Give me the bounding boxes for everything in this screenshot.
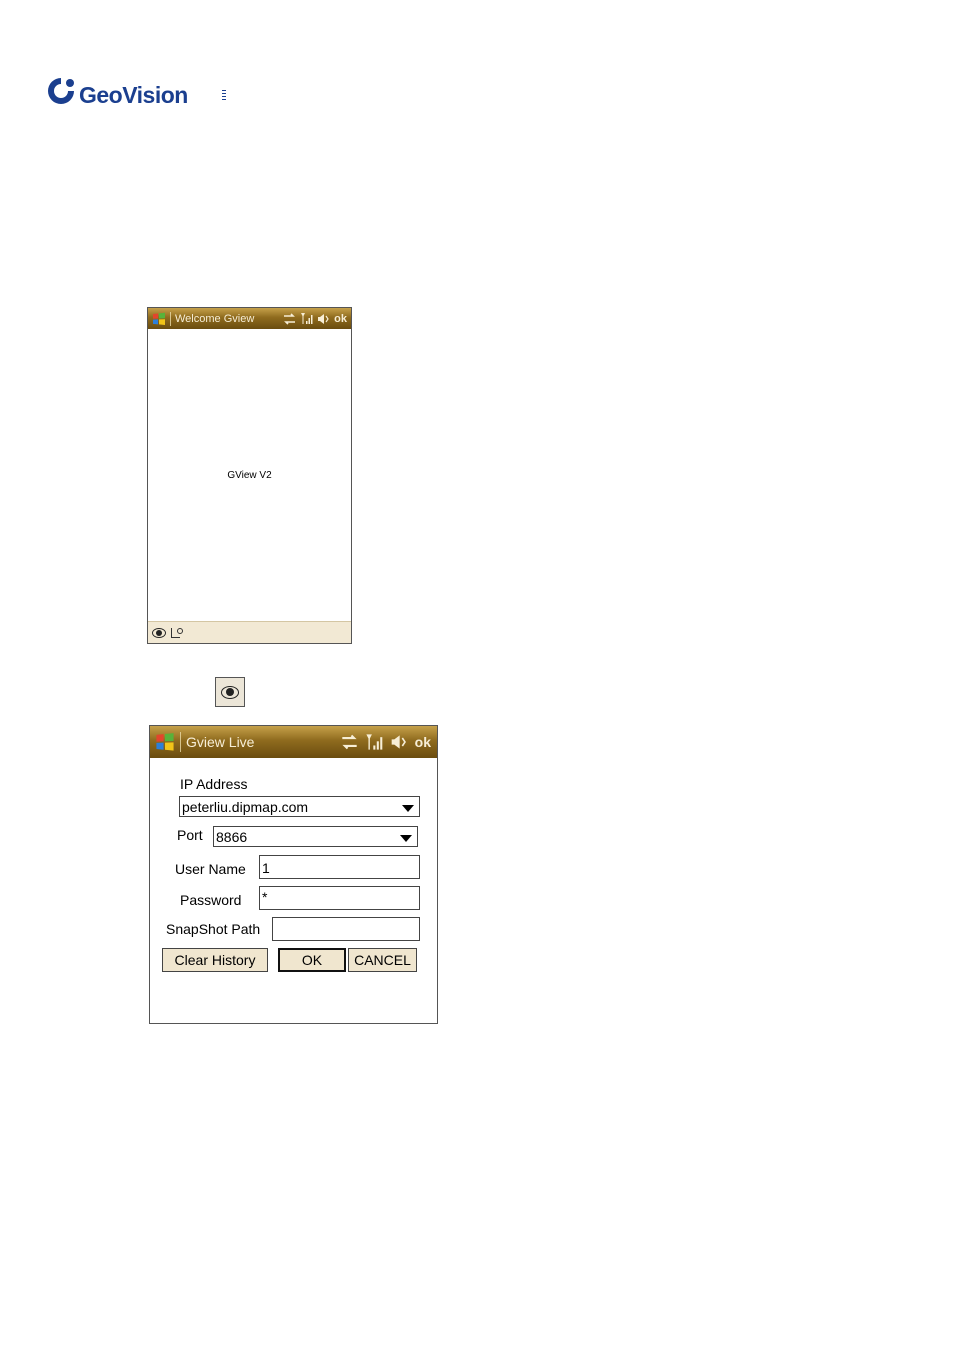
eye-icon[interactable] [152, 627, 166, 638]
ok-button[interactable]: ok [334, 313, 347, 325]
geovision-logo: GeoVision [46, 74, 226, 110]
user-name-input[interactable]: 1 [259, 855, 420, 879]
chevron-down-icon[interactable] [402, 805, 414, 812]
eye-icon [221, 685, 239, 699]
window-title: Gview Live [186, 734, 255, 750]
port-label: Port [177, 827, 203, 843]
signal-icon[interactable] [365, 733, 383, 751]
logo-text: GeoVision [79, 82, 188, 108]
geovision-logo-icon [48, 78, 74, 104]
title-separator [170, 311, 171, 326]
password-input[interactable]: * [259, 886, 420, 910]
welcome-screen: Welcome Gview ok GView V2 [147, 307, 352, 644]
chevron-down-icon[interactable] [400, 835, 412, 842]
user-name-label: User Name [175, 861, 246, 877]
ip-address-label: IP Address [180, 776, 248, 792]
ok-button[interactable]: OK [278, 948, 346, 972]
cancel-button[interactable]: CANCEL [348, 948, 417, 972]
menu-bar [148, 621, 351, 643]
eye-button[interactable] [215, 677, 245, 707]
connection-form: IP Address peterliu.dipmap.com Port 8866… [150, 758, 437, 1023]
splash-text: GView V2 [227, 470, 272, 481]
volume-icon[interactable] [317, 313, 330, 325]
password-label: Password [180, 892, 242, 908]
title-bar: Gview Live ok [150, 726, 437, 758]
title-bar: Welcome Gview ok [148, 308, 351, 329]
system-tray: ok [341, 726, 431, 758]
windows-start-icon[interactable] [155, 732, 175, 752]
port-value: 8866 [216, 829, 248, 845]
ok-button[interactable]: ok [415, 734, 431, 750]
volume-icon[interactable] [390, 734, 408, 750]
title-separator [180, 732, 181, 752]
ip-address-value: peterliu.dipmap.com [182, 799, 309, 815]
snapshot-path-input[interactable] [272, 917, 420, 941]
windows-start-icon[interactable] [152, 312, 166, 326]
clear-history-button[interactable]: Clear History [162, 948, 268, 972]
system-tray: ok [283, 308, 347, 329]
port-combo[interactable]: 8866 [213, 826, 418, 847]
gview-live-screen: Gview Live ok IP Address peterliu.dipmap… [149, 725, 438, 1024]
connectivity-icon[interactable] [283, 312, 296, 325]
snapshot-path-label: SnapShot Path [166, 921, 261, 937]
window-title: Welcome Gview [175, 312, 255, 325]
keyboard-icon[interactable] [170, 627, 183, 639]
signal-icon[interactable] [300, 312, 313, 325]
logo-trademark [222, 90, 226, 102]
ip-address-combo[interactable]: peterliu.dipmap.com [179, 796, 420, 817]
connectivity-icon[interactable] [341, 734, 358, 750]
